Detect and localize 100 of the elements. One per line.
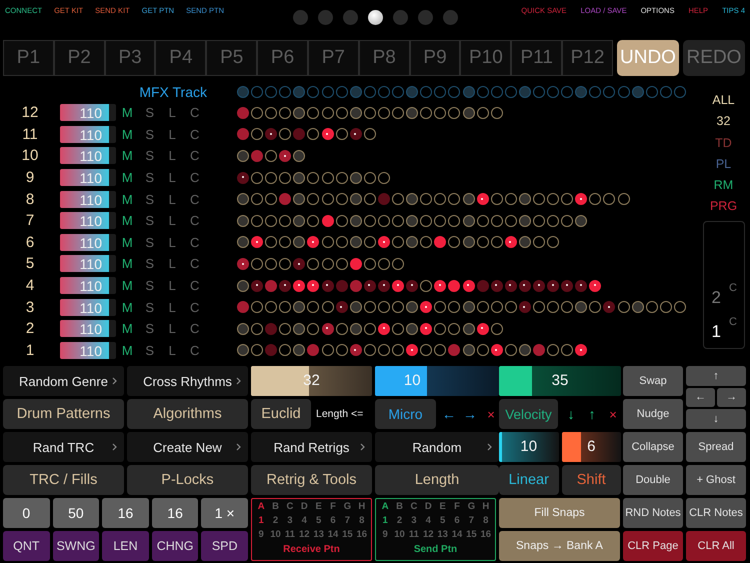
step-dot[interactable]: [237, 280, 249, 292]
track-toggle[interactable]: M: [116, 321, 138, 336]
pattern-option[interactable]: 15: [340, 528, 355, 542]
step-dot[interactable]: [307, 86, 320, 98]
pattern-button[interactable]: P12: [562, 40, 613, 76]
step-dot[interactable]: [392, 301, 404, 314]
step-dot[interactable]: [265, 236, 278, 248]
step-dot[interactable]: [378, 280, 390, 292]
step-dot[interactable]: [322, 322, 334, 335]
step-dot[interactable]: [322, 258, 334, 270]
step-dot[interactable]: [504, 214, 517, 227]
step-dot[interactable]: [462, 344, 474, 356]
step-dot[interactable]: [251, 150, 264, 162]
step-dot[interactable]: [547, 86, 560, 98]
tool-button[interactable]: Drum Patterns: [3, 399, 124, 429]
step-dot[interactable]: [420, 86, 432, 98]
step-dot[interactable]: [336, 106, 348, 119]
step-dot[interactable]: [307, 193, 320, 206]
step-dot[interactable]: [575, 301, 588, 314]
track-toggle[interactable]: C: [184, 256, 206, 272]
pattern-option[interactable]: 16: [354, 528, 369, 542]
track-toggle[interactable]: S: [138, 170, 161, 186]
page-indicator-dot[interactable]: [318, 10, 332, 25]
track-toggle[interactable]: C: [184, 342, 206, 358]
track-toggle[interactable]: M: [116, 192, 138, 207]
step-dot[interactable]: [434, 344, 446, 356]
step-dot[interactable]: [406, 344, 418, 356]
track-toggle[interactable]: C: [184, 170, 206, 186]
step-dot[interactable]: [504, 86, 517, 98]
step-dot[interactable]: [462, 86, 474, 98]
track-toggle[interactable]: L: [161, 105, 184, 120]
menu-button[interactable]: Rand Retrigs: [251, 432, 372, 462]
step-dot[interactable]: [265, 128, 278, 140]
step-dot[interactable]: [618, 193, 630, 206]
track-toggle[interactable]: C: [184, 213, 206, 228]
step-dot[interactable]: [265, 150, 278, 162]
step-dot[interactable]: [279, 301, 292, 314]
step-dot[interactable]: [350, 301, 362, 314]
step-dot[interactable]: [251, 172, 264, 184]
step-dot[interactable]: [279, 344, 292, 356]
step-dot[interactable]: [462, 322, 474, 335]
bank-option[interactable]: H: [478, 500, 493, 514]
step-dot[interactable]: [251, 128, 264, 140]
track-toggle[interactable]: S: [138, 213, 161, 228]
edit-button[interactable]: RND Notes: [623, 498, 683, 528]
pattern-option[interactable]: 2: [392, 514, 407, 528]
step-dot[interactable]: [476, 193, 489, 206]
edit-button[interactable]: CLR All: [686, 531, 746, 561]
step-dot[interactable]: [674, 301, 686, 314]
bank-option[interactable]: C: [406, 500, 422, 514]
step-dot[interactable]: [251, 280, 264, 292]
step-dot[interactable]: [392, 86, 404, 98]
step-dot[interactable]: [364, 301, 376, 314]
step-dot[interactable]: [490, 301, 503, 314]
track-toggle[interactable]: M: [116, 170, 138, 186]
snaps-button[interactable]: Fill Snaps: [499, 498, 620, 528]
pattern-button[interactable]: P10: [460, 40, 512, 76]
step-dot[interactable]: [293, 128, 306, 140]
edit-button[interactable]: CLR Page: [623, 531, 683, 561]
step-dot[interactable]: [575, 214, 588, 227]
pattern-option[interactable]: 12: [421, 528, 436, 542]
step-dot[interactable]: [322, 172, 334, 184]
step-dot[interactable]: [462, 214, 474, 227]
step-dot[interactable]: [392, 280, 404, 292]
action-button[interactable]: ←: [441, 406, 457, 422]
track-toggle[interactable]: M: [116, 126, 138, 142]
step-dot[interactable]: [251, 344, 264, 356]
step-dot[interactable]: [237, 301, 249, 314]
step-dot[interactable]: [237, 193, 249, 206]
step-dot[interactable]: [350, 322, 362, 335]
step-dot[interactable]: [518, 280, 531, 292]
pattern-option[interactable]: 16: [478, 528, 493, 542]
step-dot[interactable]: [237, 322, 249, 335]
track-toggle[interactable]: S: [138, 105, 161, 120]
edit-button[interactable]: Double: [623, 465, 683, 495]
step-dot[interactable]: [237, 236, 249, 248]
step-dot[interactable]: [547, 280, 560, 292]
pattern-button[interactable]: P5: [206, 40, 258, 76]
step-dot[interactable]: [392, 322, 404, 335]
velocity-slider[interactable]: 110: [60, 190, 116, 208]
pattern-option[interactable]: 7: [464, 514, 479, 528]
step-dot[interactable]: [293, 280, 306, 292]
step-dot[interactable]: [265, 258, 278, 270]
step-dot[interactable]: [279, 258, 292, 270]
step-dot[interactable]: [448, 193, 460, 206]
step-dot[interactable]: [462, 280, 474, 292]
step-dot[interactable]: [265, 106, 278, 119]
tool-button[interactable]: Length: [375, 465, 499, 495]
step-dot[interactable]: [378, 172, 390, 184]
bank-option[interactable]: D: [421, 500, 436, 514]
snaps-button[interactable]: Snaps → Bank A: [499, 531, 620, 561]
step-dot[interactable]: [406, 301, 418, 314]
track-toggle[interactable]: L: [161, 321, 184, 336]
arrow-button[interactable]: ↓: [686, 409, 746, 429]
mode-button[interactable]: Shift: [562, 465, 621, 495]
pattern-option[interactable]: 4: [421, 514, 436, 528]
bank-option[interactable]: B: [268, 500, 283, 514]
step-dot[interactable]: [378, 301, 390, 314]
pattern-option[interactable]: 7: [340, 514, 355, 528]
filter-button[interactable]: 32: [716, 111, 730, 133]
